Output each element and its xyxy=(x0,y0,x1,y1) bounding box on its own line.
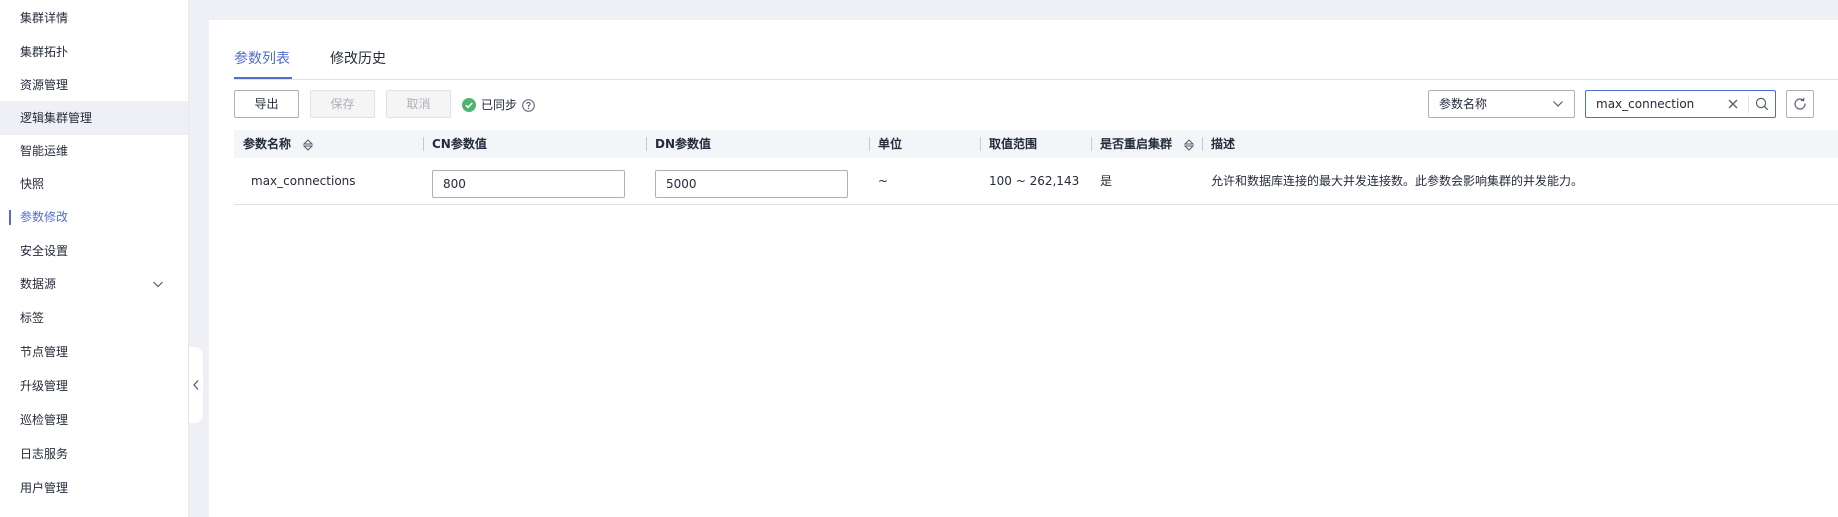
column-header-value-range: 取值范围 xyxy=(989,137,1038,151)
sidebar-nav: 集群详情 集群拓扑 资源管理 逻辑集群管理 智能运维 快照 参数修改 安全设置 … xyxy=(0,0,189,517)
export-button[interactable]: 导出 xyxy=(234,90,299,118)
column-divider xyxy=(980,137,981,151)
sidebar-item-log-service[interactable]: 日志服务 xyxy=(0,437,188,471)
column-header-description: 描述 xyxy=(1211,137,1236,151)
refresh-icon xyxy=(1794,97,1806,110)
tab-bar: 参数列表 修改历史 xyxy=(234,38,1838,80)
sync-status: 已同步 xyxy=(462,97,535,113)
sidebar-collapse-toggle[interactable] xyxy=(189,347,203,423)
column-header-cn-value: CN参数值 xyxy=(432,137,487,151)
sync-status-label: 已同步 xyxy=(481,98,518,112)
search-box xyxy=(1585,90,1776,118)
chevron-down-icon xyxy=(1553,101,1563,107)
sidebar-item-intelligent-ops[interactable]: 智能运维 xyxy=(0,134,188,168)
sidebar-item-upgrade-management[interactable]: 升级管理 xyxy=(0,369,188,403)
sidebar-item-security-settings[interactable]: 安全设置 xyxy=(0,234,188,268)
sidebar-item-data-source[interactable]: 数据源 xyxy=(0,267,188,301)
column-divider xyxy=(423,137,424,151)
dn-value-input[interactable] xyxy=(655,170,848,198)
tab-modification-history[interactable]: 修改历史 xyxy=(330,38,390,80)
column-divider xyxy=(646,137,647,151)
search-divider xyxy=(1748,95,1749,113)
sidebar-item-resource-management[interactable]: 资源管理 xyxy=(0,68,188,102)
sort-icon[interactable] xyxy=(303,138,314,151)
unit-cell: ~ xyxy=(878,174,889,188)
column-header-unit: 单位 xyxy=(878,137,903,151)
save-button[interactable]: 保存 xyxy=(310,90,375,118)
sidebar-item-snapshot[interactable]: 快照 xyxy=(0,167,188,201)
refresh-button[interactable] xyxy=(1786,90,1814,118)
column-divider xyxy=(1202,137,1203,151)
search-icon[interactable] xyxy=(1755,97,1769,111)
column-header-param-name[interactable]: 参数名称 xyxy=(243,130,314,158)
table-row: max_connections ~ 100 ~ 262,143 是 允许和数据库… xyxy=(234,158,1838,205)
description-cell: 允许和数据库连接的最大并发连接数。此参数会影响集群的并发能力。 xyxy=(1211,174,1584,188)
search-field-select-value: 参数名称 xyxy=(1439,97,1488,111)
cancel-button[interactable]: 取消 xyxy=(386,90,451,118)
sidebar-item-label: 数据源 xyxy=(20,277,57,291)
table-header: 参数名称 CN参数值 DN参数值 单位 取值范围 是否重启集群 描述 xyxy=(234,130,1838,158)
column-divider xyxy=(869,137,870,151)
param-name-cell: max_connections xyxy=(251,174,356,188)
cn-value-input[interactable] xyxy=(432,170,625,198)
chevron-down-icon xyxy=(153,281,163,288)
close-icon[interactable] xyxy=(1727,98,1739,110)
sidebar-item-cluster-details[interactable]: 集群详情 xyxy=(0,1,188,35)
column-divider xyxy=(1091,137,1092,151)
value-range-cell: 100 ~ 262,143 xyxy=(989,174,1080,188)
column-header-dn-value: DN参数值 xyxy=(655,137,712,151)
help-icon[interactable] xyxy=(522,98,535,112)
sort-icon[interactable] xyxy=(1184,138,1195,151)
tab-parameter-list[interactable]: 参数列表 xyxy=(234,38,292,79)
column-header-restart-cluster[interactable]: 是否重启集群 xyxy=(1100,130,1195,158)
sidebar-item-tags[interactable]: 标签 xyxy=(0,301,188,335)
sidebar-item-user-management[interactable]: 用户管理 xyxy=(0,471,188,505)
search-input[interactable] xyxy=(1596,95,1721,113)
sidebar-item-logical-cluster[interactable]: 逻辑集群管理 xyxy=(0,101,188,135)
sidebar-item-node-management[interactable]: 节点管理 xyxy=(0,335,188,369)
restart-cluster-cell: 是 xyxy=(1100,174,1113,188)
sidebar-item-inspection-management[interactable]: 巡检管理 xyxy=(0,403,188,437)
search-field-select[interactable]: 参数名称 xyxy=(1428,90,1575,118)
sidebar-item-cluster-topology[interactable]: 集群拓扑 xyxy=(0,35,188,69)
main-panel: 参数列表 修改历史 导出 保存 取消 已同步 参数名称 参数名 xyxy=(209,20,1838,517)
chevron-left-icon xyxy=(193,380,199,390)
sidebar-item-parameter-modification[interactable]: 参数修改 xyxy=(0,200,188,234)
check-circle-icon xyxy=(462,98,476,112)
